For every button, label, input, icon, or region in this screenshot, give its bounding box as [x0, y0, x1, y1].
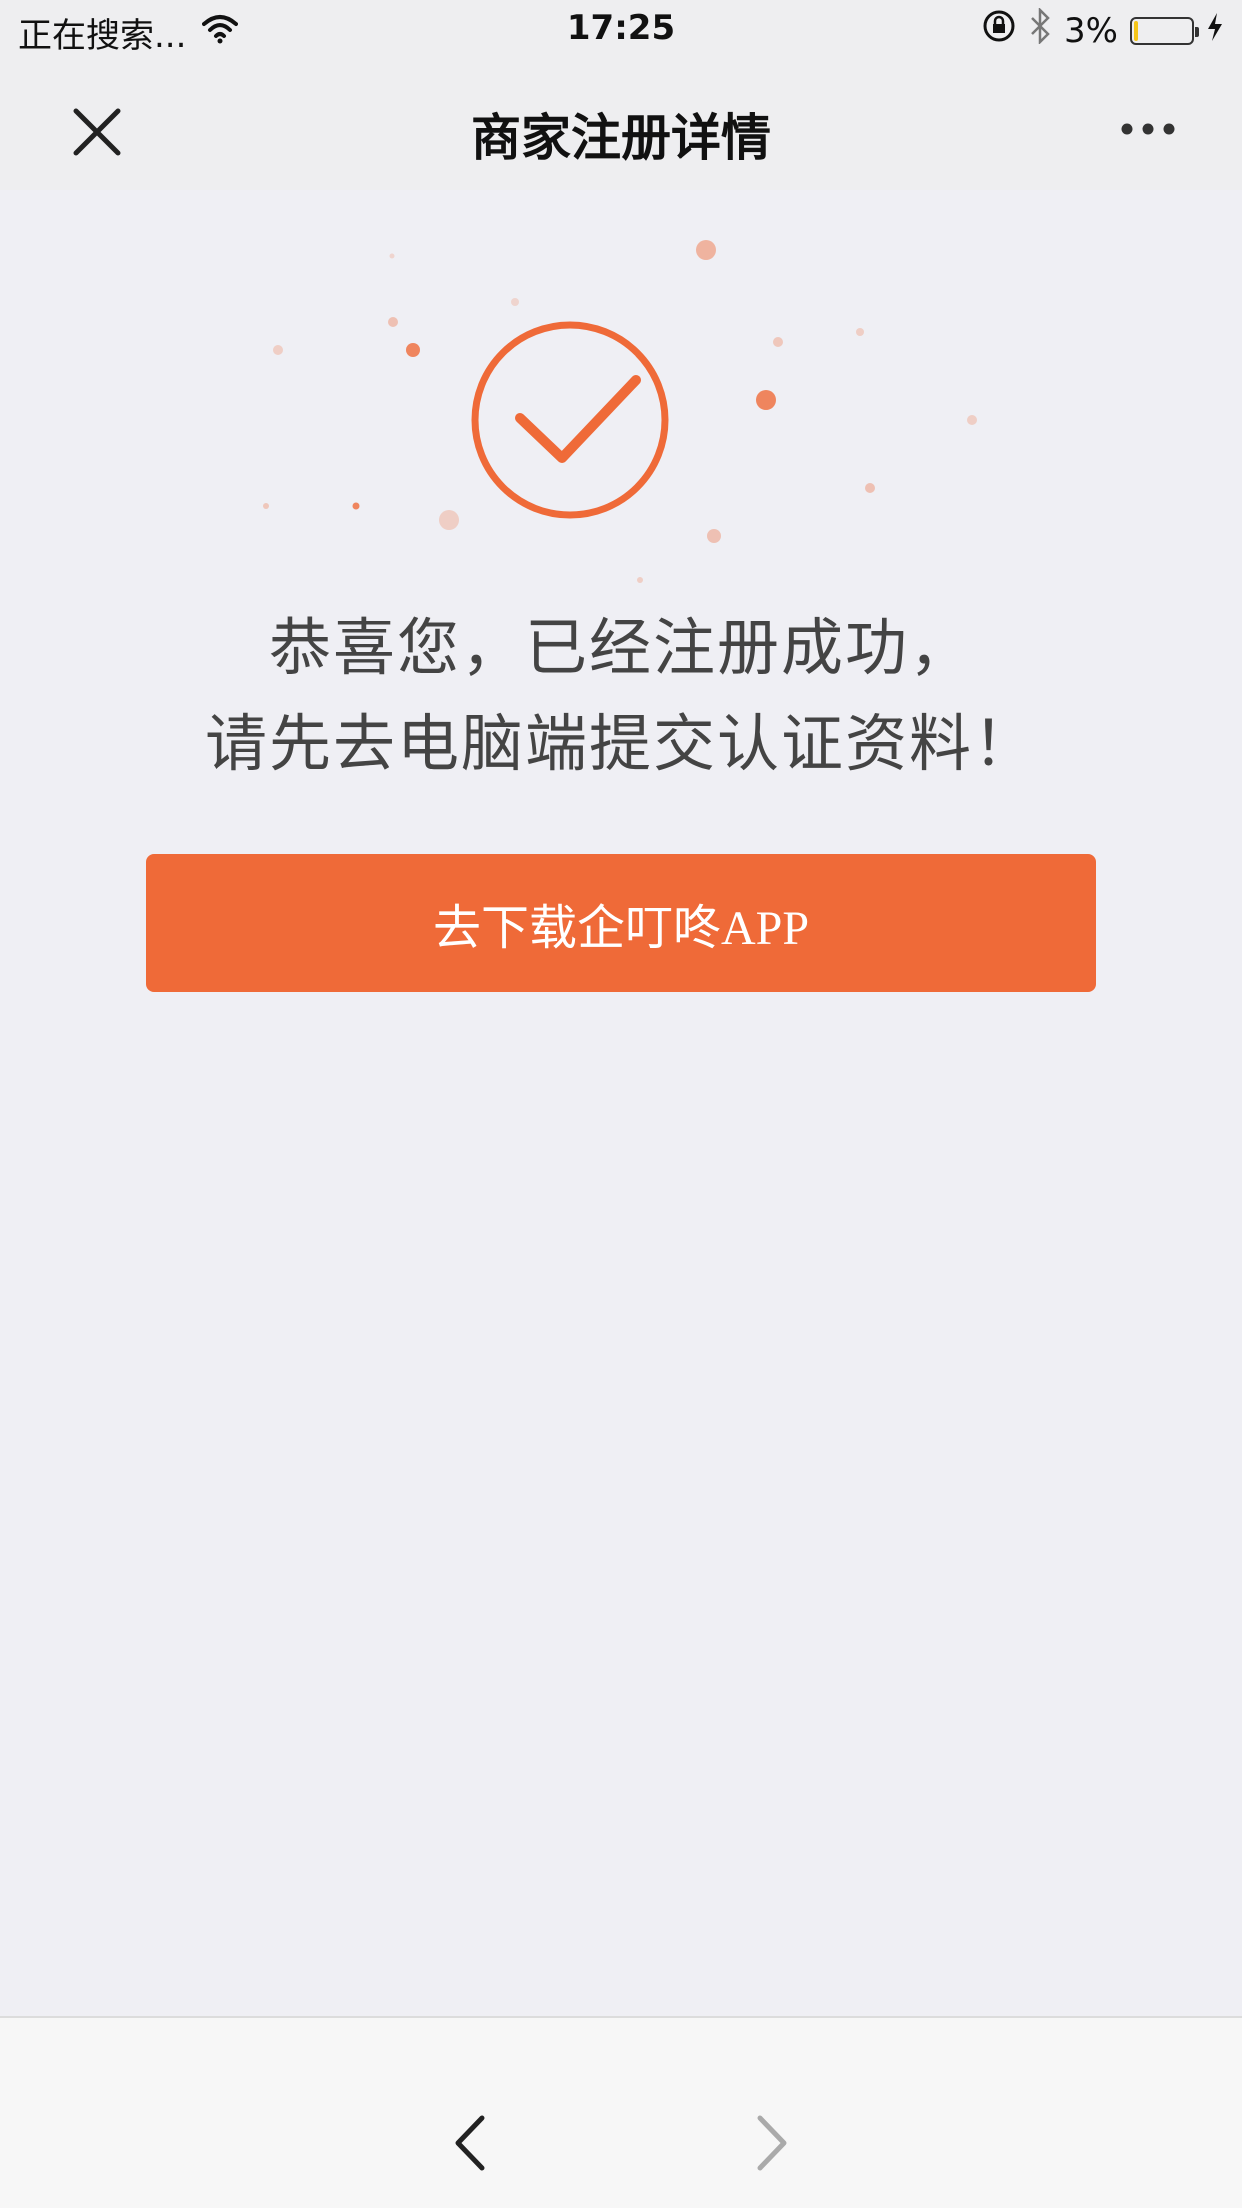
battery-icon	[1130, 16, 1199, 45]
message-line-2: 请先去电脑端提交认证资料！	[204, 707, 1037, 780]
battery-percent: 3%	[1064, 10, 1118, 51]
message-line-1: 恭喜您，已经注册成功，	[268, 611, 973, 684]
charging-icon	[1206, 11, 1224, 51]
more-icon[interactable]	[1108, 114, 1188, 144]
status-bar: 正在搜索... 17:25 3%	[0, 0, 1242, 62]
rotation-lock-icon	[982, 9, 1016, 52]
chevron-left-icon[interactable]	[440, 2108, 500, 2178]
navigation-bar: 商家注册详情	[0, 62, 1242, 190]
chevron-right-icon[interactable]	[742, 2108, 802, 2178]
bottom-toolbar	[0, 2016, 1242, 2208]
main-content: 恭喜您，已经注册成功， 请先去电脑端提交认证资料！ 去下载企叮咚APP	[0, 190, 1242, 2016]
device-status: 3%	[982, 6, 1224, 53]
decorative-dots	[263, 240, 977, 583]
bluetooth-icon	[1028, 6, 1052, 53]
download-app-button[interactable]: 去下载企叮咚APP	[146, 854, 1096, 992]
success-message: 恭喜您，已经注册成功， 请先去电脑端提交认证资料！	[0, 600, 1242, 792]
success-check-icon	[250, 240, 992, 600]
page-title: 商家注册详情	[471, 109, 771, 167]
